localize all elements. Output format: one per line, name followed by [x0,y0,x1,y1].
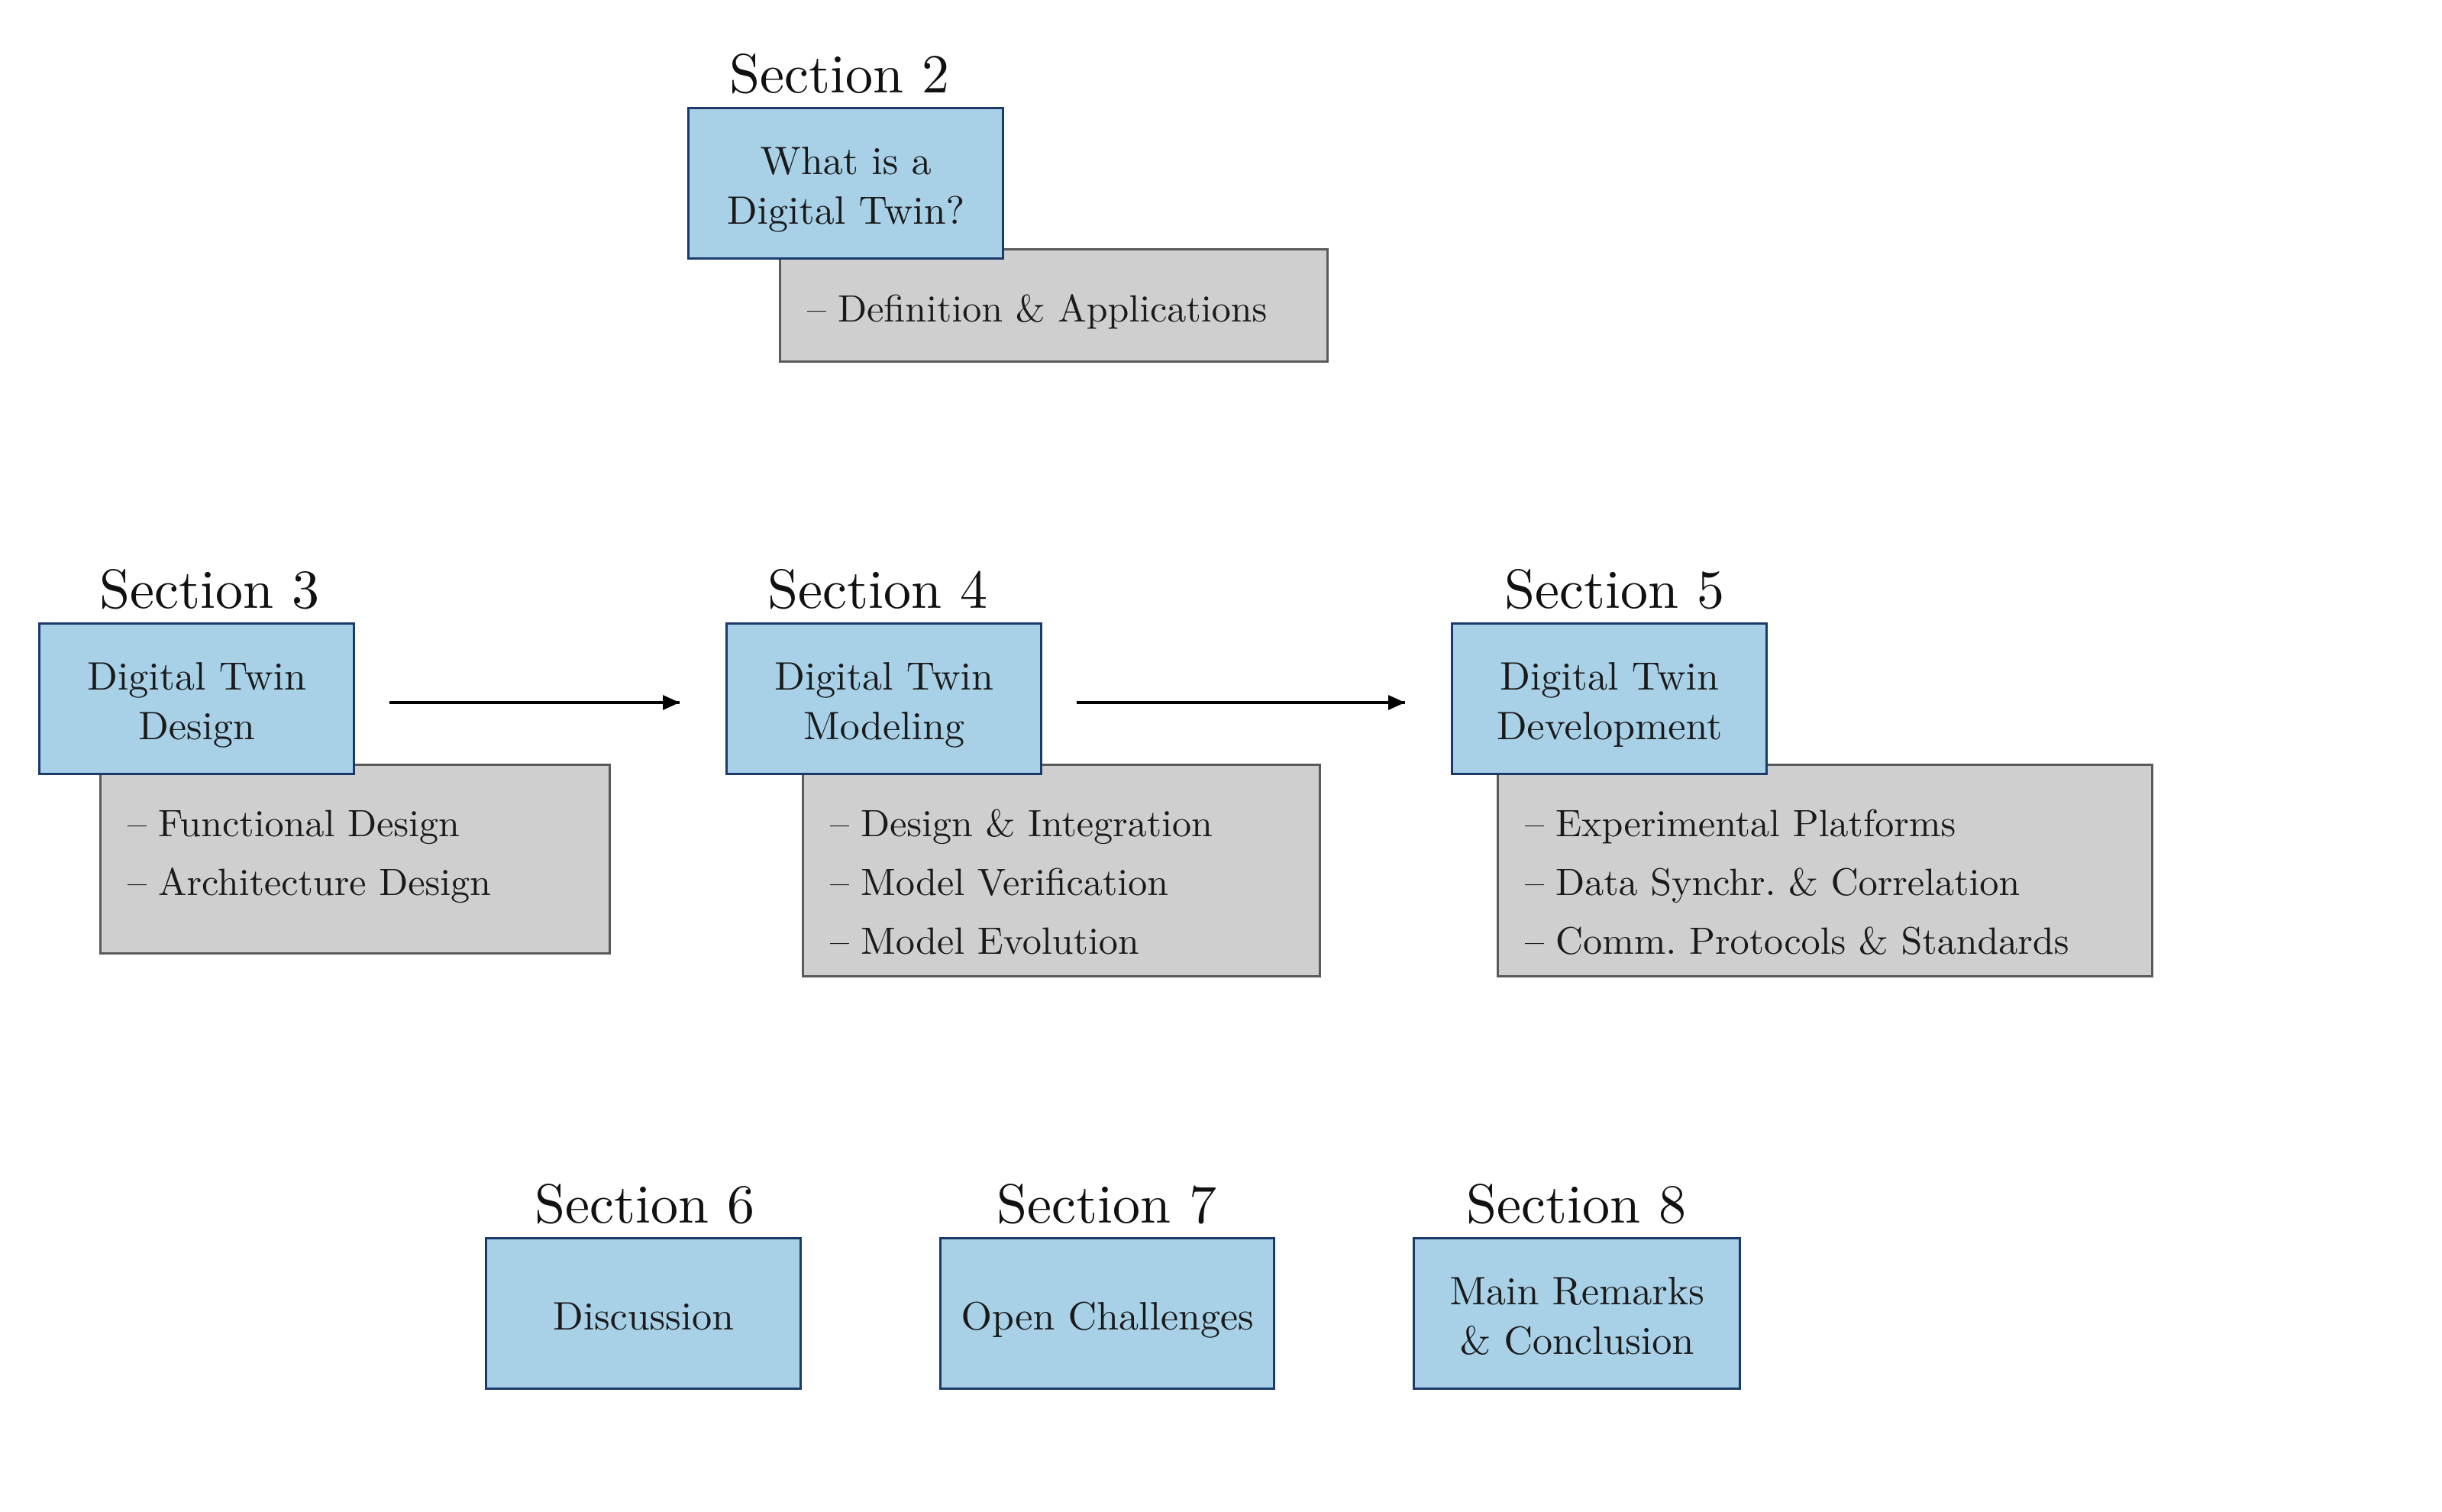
section-5-title-box: Digital TwinDevelopment [1451,622,1768,775]
section-7-label: Section 7 [997,1161,1216,1239]
bullet-dash-icon: – [128,852,158,906]
section-5-list: –Experimental Platforms –Data Synchr. & … [1525,793,2125,965]
bullet-dash-icon: – [1525,793,1555,848]
bullet-dash-icon: – [1525,852,1555,906]
section-7-title-box: Open Challenges [939,1237,1275,1390]
section-3-detail-box: –Functional Design –Architecture Design [99,764,611,955]
section-2-detail-box: –Definition & Applications [779,248,1329,363]
section-3-title-box: Digital TwinDesign [38,622,355,775]
section-5-item-2: –Comm. Protocols & Standards [1525,911,2125,965]
section-3-title: Digital TwinDesign [87,649,306,748]
section-6-label: Section 6 [535,1161,754,1239]
section-8-title: Main Remarks& Conclusion [1449,1264,1704,1363]
section-7-title: Open Challenges [961,1289,1253,1339]
bullet-dash-icon: – [807,279,838,333]
section-2-title: What is aDigital Twin? [727,134,964,233]
section-3-label: Section 3 [99,546,319,624]
bullet-dash-icon: – [128,793,158,848]
section-4-item-0: –Design & Integration [830,793,1293,848]
section-6-title: Discussion [553,1289,734,1339]
section-4-item-2: –Model Evolution [830,911,1293,965]
arrow-4-to-5 [1069,683,1428,722]
section-4-item-1: –Model Verification [830,852,1293,906]
section-2-title-box: What is aDigital Twin? [687,107,1004,260]
section-3-item-1: –Architecture Design [128,852,583,906]
section-3-item-0: –Functional Design [128,793,583,848]
section-8-label: Section 8 [1466,1161,1686,1239]
section-2-item-0: –Definition & Applications [807,279,1267,333]
section-5-detail-box: –Experimental Platforms –Data Synchr. & … [1497,764,2153,977]
section-4-list: –Design & Integration –Model Verificatio… [830,793,1293,965]
arrow-3-to-4 [382,683,703,722]
section-5-title: Digital TwinDevelopment [1497,649,1722,748]
section-8-title-box: Main Remarks& Conclusion [1413,1237,1741,1390]
bullet-dash-icon: – [1525,911,1555,965]
section-4-title: Digital TwinModeling [774,649,993,748]
bullet-dash-icon: – [830,852,861,906]
bullet-dash-icon: – [830,911,861,965]
section-4-title-box: Digital TwinModeling [725,622,1042,775]
diagram-stage: Section 2 –Definition & Applications Wha… [0,0,2442,1512]
section-4-label: Section 4 [767,546,987,624]
section-2-label: Section 2 [729,31,949,108]
section-4-detail-box: –Design & Integration –Model Verificatio… [802,764,1321,977]
section-5-label: Section 5 [1504,546,1724,624]
section-3-list: –Functional Design –Architecture Design [128,793,583,906]
bullet-dash-icon: – [830,793,861,848]
section-5-item-1: –Data Synchr. & Correlation [1525,852,2125,906]
section-5-item-0: –Experimental Platforms [1525,793,2125,848]
section-6-title-box: Discussion [485,1237,802,1390]
